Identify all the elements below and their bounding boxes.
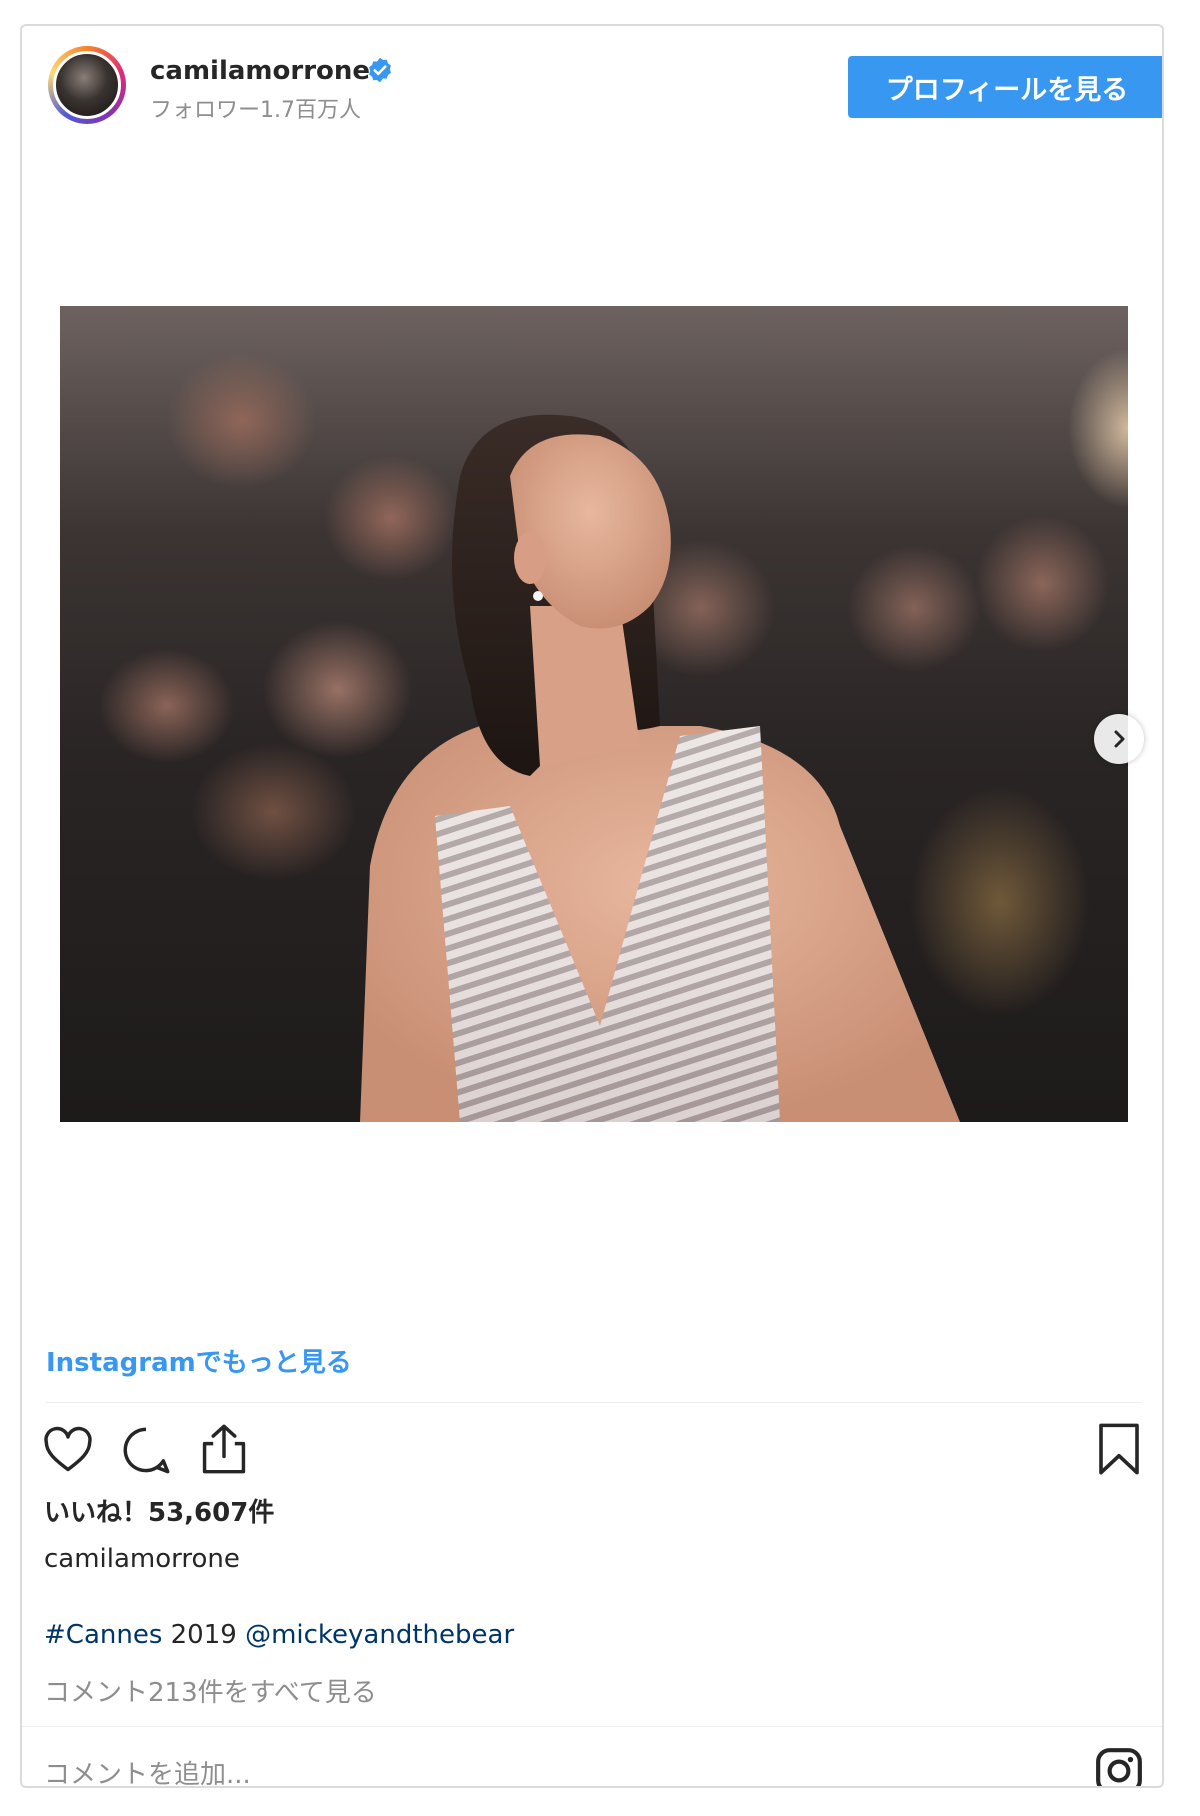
divider bbox=[22, 1726, 1162, 1727]
instagram-logo-button[interactable] bbox=[1094, 1746, 1144, 1786]
share-icon bbox=[202, 1424, 246, 1474]
post-photo[interactable] bbox=[60, 306, 1128, 1122]
avatar[interactable] bbox=[53, 51, 121, 119]
divider bbox=[46, 1402, 1142, 1403]
comment-button[interactable] bbox=[120, 1424, 172, 1480]
view-profile-button[interactable]: プロフィールを見る bbox=[848, 56, 1162, 118]
save-button[interactable] bbox=[1096, 1422, 1142, 1480]
caption-text: 2019 bbox=[162, 1620, 246, 1650]
username[interactable]: camilamorrone bbox=[150, 56, 370, 86]
mention-link[interactable]: @mickeyandthebear bbox=[245, 1620, 514, 1650]
instagram-embed-card: camilamorrone フォロワー1.7百万人 プロフィールを見る Inst… bbox=[20, 24, 1164, 1788]
follower-count: フォロワー1.7百万人 bbox=[150, 98, 361, 123]
like-button[interactable] bbox=[42, 1424, 94, 1480]
chevron-right-icon bbox=[1114, 730, 1125, 748]
like-count: いいね！53,607件 bbox=[44, 1498, 275, 1528]
avatar-ring[interactable] bbox=[48, 46, 126, 124]
view-all-comments-link[interactable]: コメント213件をすべて見る bbox=[44, 1672, 377, 1709]
view-more-on-instagram-link[interactable]: Instagramでもっと見る bbox=[46, 1342, 352, 1379]
comment-bubble-icon bbox=[123, 1427, 170, 1474]
instagram-logo-icon bbox=[1096, 1748, 1142, 1786]
share-button[interactable] bbox=[198, 1422, 250, 1480]
caption-username[interactable]: camilamorrone bbox=[44, 1544, 240, 1574]
add-comment-input[interactable]: コメントを追加... bbox=[44, 1754, 251, 1786]
next-image-button[interactable] bbox=[1094, 714, 1144, 764]
hashtag-link[interactable]: #Cannes bbox=[44, 1620, 162, 1650]
heart-icon bbox=[44, 1426, 92, 1472]
photo-illustration bbox=[360, 414, 960, 1122]
post-header: camilamorrone フォロワー1.7百万人 プロフィールを見る bbox=[22, 26, 1162, 166]
verified-badge-icon bbox=[369, 57, 391, 83]
bookmark-icon bbox=[1099, 1423, 1139, 1475]
post-caption: #Cannes 2019 @mickeyandthebear bbox=[44, 1620, 514, 1650]
